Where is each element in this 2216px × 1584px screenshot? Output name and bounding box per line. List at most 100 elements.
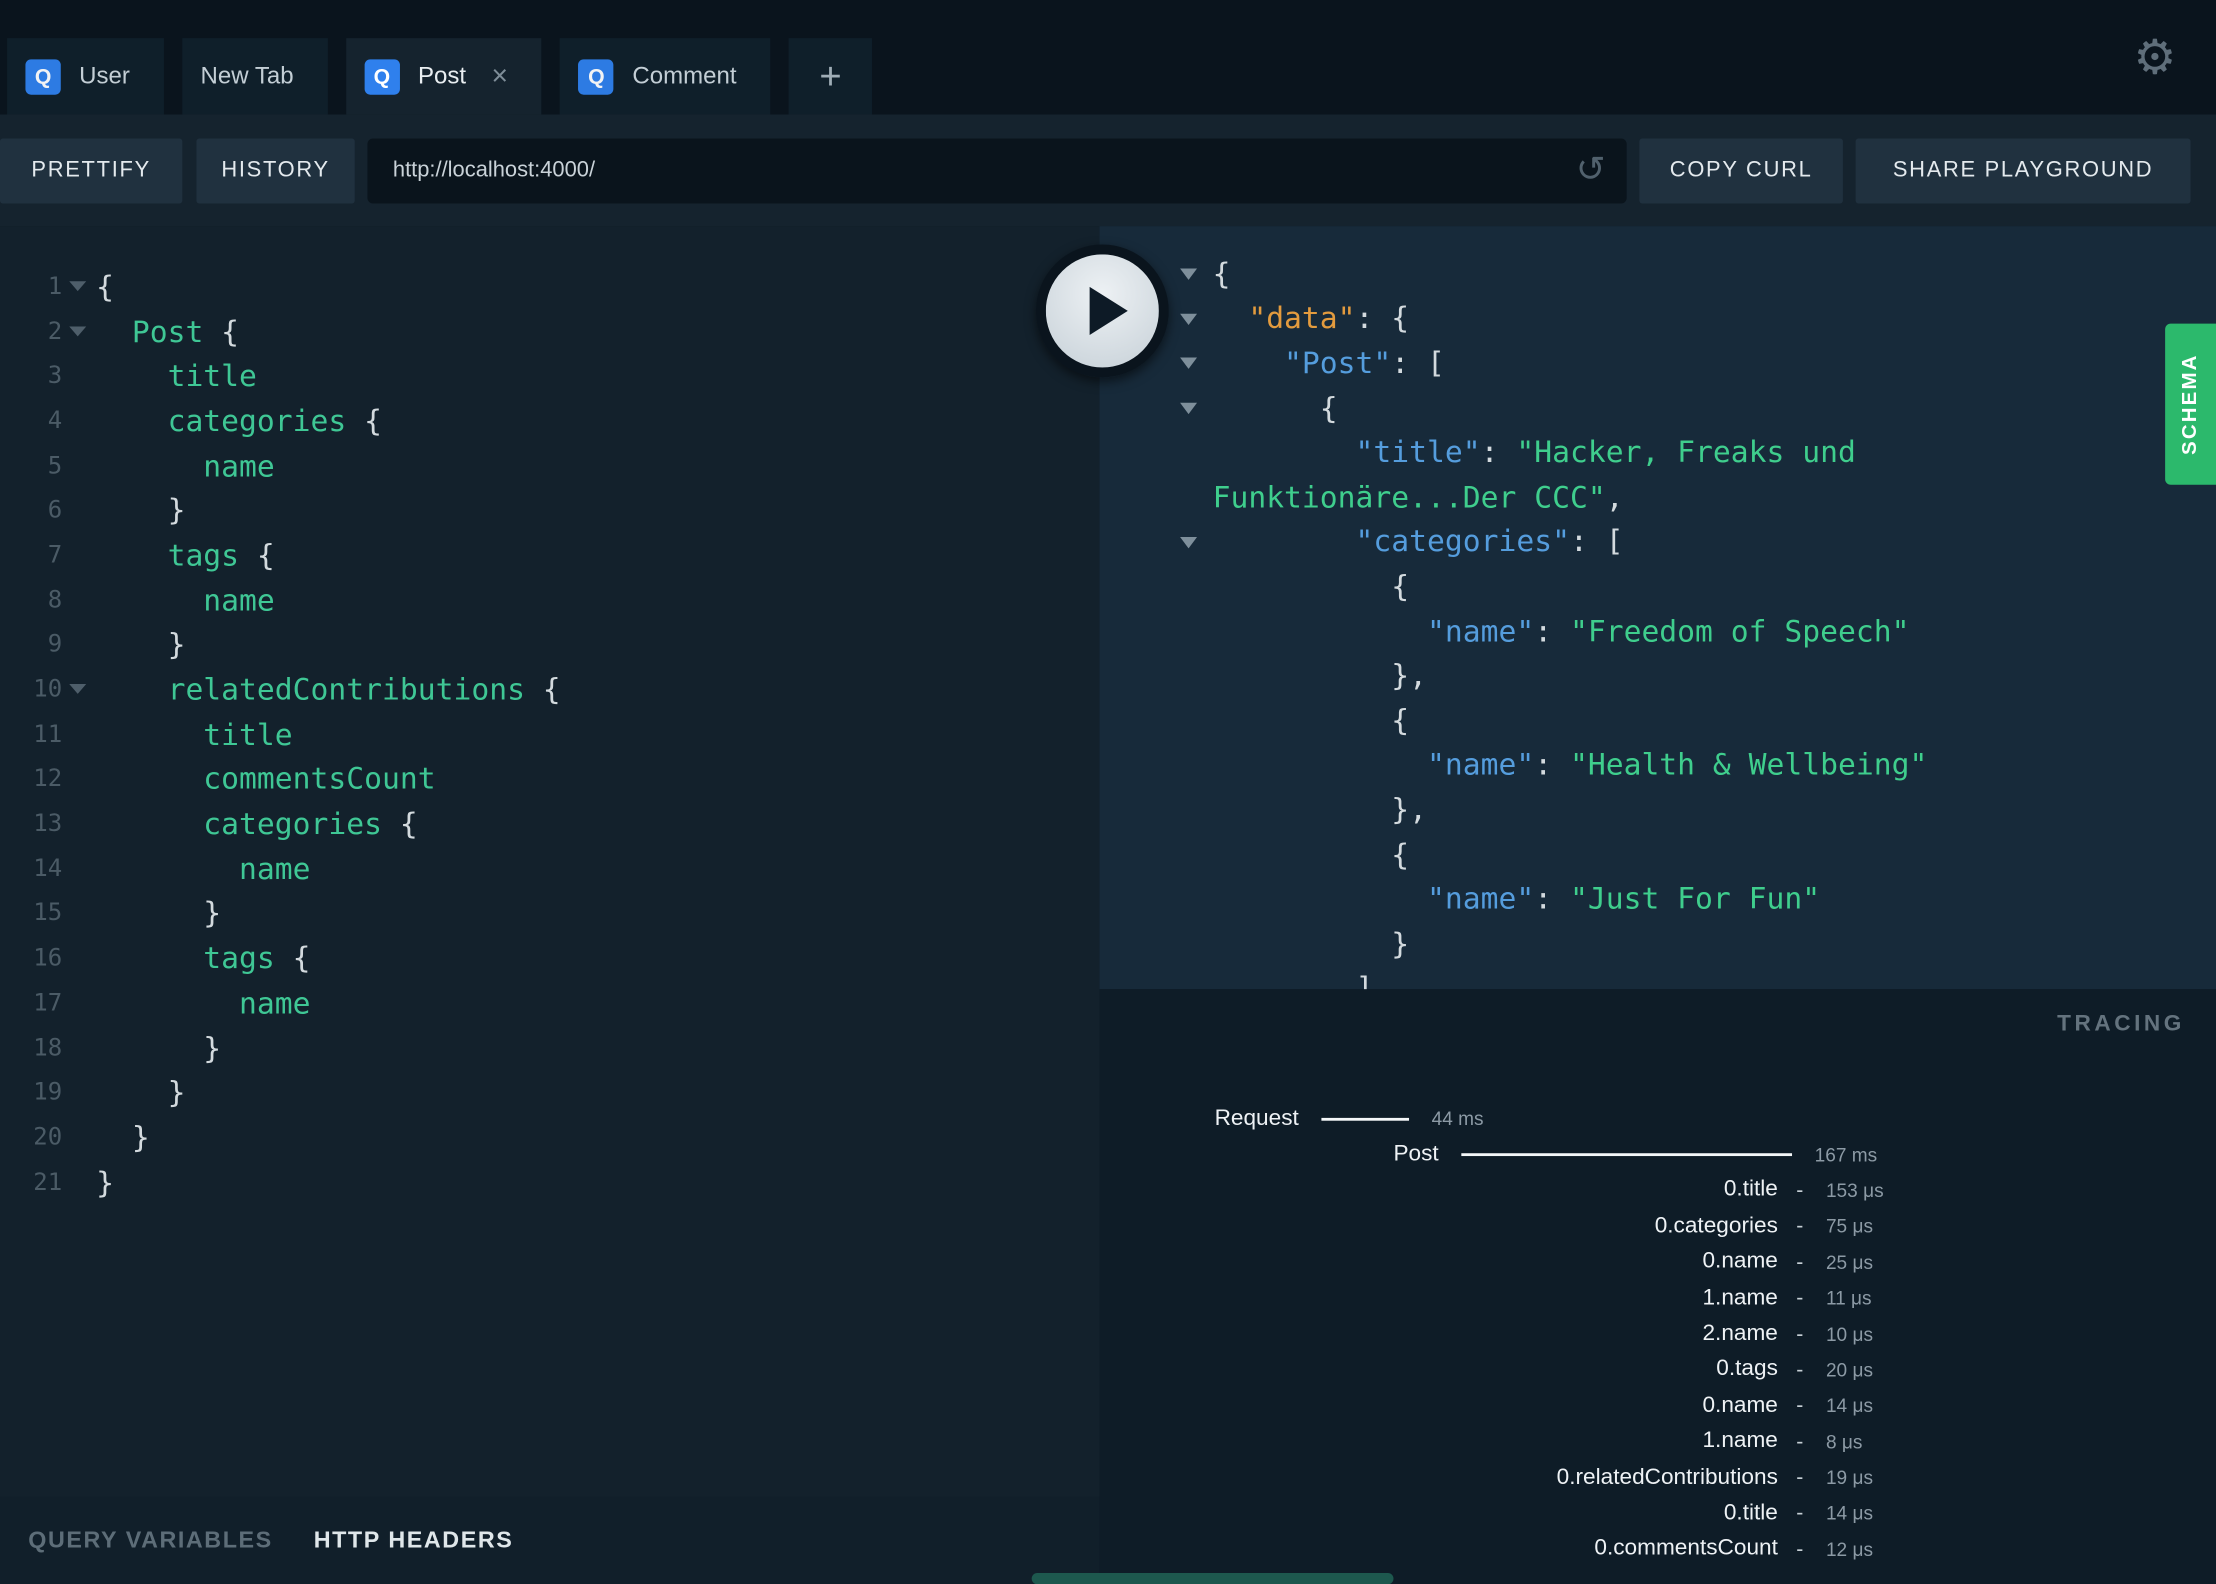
tab-post[interactable]: Q Post × [345, 38, 542, 115]
response-text: }, [1213, 659, 1427, 693]
code-token: commentsCount [96, 762, 436, 797]
copy-curl-button[interactable]: COPY CURL [1639, 137, 1843, 203]
tab-comment[interactable]: Q Comment [560, 38, 771, 115]
tracing-panel: TRACING Request 44 ms Post 167 ms 0.title -15… [1099, 989, 2216, 1584]
response-text: } [1212, 926, 1410, 961]
fold-arrow-icon[interactable] [69, 281, 87, 292]
span-duration: 14 μs [1825, 1502, 1874, 1525]
code-token: "Freedom of Speech" [1569, 614, 1910, 649]
code-token: } [1212, 926, 1410, 961]
line-number: 14 [33, 854, 63, 883]
span-duration: 8 μs [1825, 1431, 1863, 1453]
span-label: 0.categories [1654, 1213, 1778, 1238]
new-tab-button[interactable]: + [788, 38, 873, 115]
span-label: 0.relatedContributions [1556, 1464, 1778, 1490]
query-line: 18 } [0, 1026, 1100, 1071]
span-dash: - [1796, 1501, 1804, 1526]
fold-arrow-icon[interactable] [1180, 357, 1198, 370]
span-duration: 11 μs [1825, 1287, 1872, 1309]
http-headers-tab[interactable]: HTTP HEADERS [314, 1527, 514, 1554]
response-line: "data": { [1100, 296, 2216, 341]
span-duration: 20 μs [1825, 1359, 1874, 1381]
code-token: { [239, 538, 275, 573]
query-text: title [96, 718, 292, 752]
response-text: "name": "Just For Fun" [1213, 882, 1820, 916]
query-text: tags { [96, 941, 310, 975]
response-text: { [1213, 391, 1338, 425]
settings-gear-icon[interactable]: ⚙ [2133, 33, 2176, 81]
code-token: "categories" [1212, 524, 1570, 559]
span-dash: - [1796, 1358, 1804, 1383]
query-icon: Q [25, 58, 61, 94]
fold-arrow-icon[interactable] [69, 326, 87, 336]
query-line: 16 tags { [0, 936, 1100, 981]
share-playground-button[interactable]: SHARE PLAYGROUND [1855, 137, 2191, 203]
horizontal-scrollbar-thumb[interactable] [1031, 1572, 1394, 1584]
span-duration: 12 μs [1825, 1538, 1874, 1561]
query-line: 2 Post { [0, 309, 1100, 354]
response-line: }, [1100, 653, 2216, 698]
response-line: ] [1100, 966, 2216, 989]
code-token: { [1212, 703, 1410, 738]
response-pane: { "data": { "Post": [ { "title": "Hacker… [1099, 226, 2216, 990]
code-token: categories [96, 807, 383, 842]
query-text: categories { [96, 807, 417, 842]
fold-arrow-icon[interactable] [1180, 268, 1198, 280]
code-token: "title" [1212, 435, 1481, 470]
query-line: 5 name [0, 443, 1100, 488]
query-text: } [96, 897, 221, 931]
code-token: { [203, 314, 240, 349]
line-number: 3 [47, 362, 63, 391]
endpoint-url-input[interactable] [367, 157, 1576, 184]
query-line: 10 relatedContributions { [0, 667, 1100, 712]
tab-label: Post [417, 62, 467, 90]
line-number: 12 [33, 765, 63, 794]
code-token: : [1534, 882, 1570, 916]
line-number: 9 [47, 630, 63, 660]
tab-user[interactable]: Q User [7, 38, 164, 115]
code-token: } [96, 1075, 186, 1110]
execute-query-button[interactable] [1035, 244, 1169, 378]
fold-arrow-icon[interactable] [1180, 313, 1198, 325]
query-variables-tab[interactable]: QUERY VARIABLES [28, 1527, 272, 1554]
tab-new-tab[interactable]: New Tab [182, 38, 328, 115]
span-duration: 44 ms [1431, 1108, 1484, 1130]
span-dash: - [1796, 1178, 1804, 1203]
query-line: 14 name [0, 846, 1100, 891]
query-line: 3 title [0, 354, 1100, 399]
response-text: }, [1213, 793, 1427, 827]
tab-label: Comment [632, 62, 737, 90]
response-line: }, [1100, 787, 2216, 832]
prettify-button[interactable]: PRETTIFY [0, 137, 183, 203]
history-button[interactable]: HISTORY [196, 137, 355, 203]
fold-arrow-icon[interactable] [1180, 402, 1198, 414]
schema-side-tab[interactable]: SCHEMA [2165, 323, 2216, 485]
span-duration: 14 μs [1825, 1395, 1874, 1417]
response-text: { [1212, 703, 1410, 738]
code-token: name [96, 583, 275, 618]
code-token: "name" [1212, 614, 1535, 649]
tracing-span-row: Request 44 ms [1100, 1101, 2216, 1137]
code-token: : [ [1569, 524, 1624, 559]
query-editor-pane[interactable]: 1{2 Post {3 title 4 categories {5 name 6 }… [0, 226, 1100, 1584]
response-line: { [1100, 832, 2216, 877]
query-icon: Q [578, 58, 615, 94]
fold-arrow-icon[interactable] [69, 684, 87, 695]
code-token: categories [96, 404, 347, 438]
reload-schema-icon[interactable]: ↺ [1576, 152, 1606, 188]
close-tab-icon[interactable]: × [492, 62, 509, 90]
response-line: "title": "Hacker, Freaks und [1100, 430, 2216, 475]
fold-arrow-icon[interactable] [1180, 536, 1198, 548]
response-line: { [1100, 252, 2216, 297]
tracing-span-row: 2.name -10 μs [1100, 1316, 2216, 1352]
query-editor[interactable]: 1{2 Post {3 title 4 categories {5 name 6 }… [0, 226, 1100, 1497]
query-text: commentsCount [96, 762, 435, 796]
query-text: { [96, 270, 114, 304]
span-dash: - [1796, 1393, 1804, 1418]
response-line: Funktionäre...Der CCC", [1100, 475, 2216, 520]
code-token: ] [1212, 971, 1374, 990]
query-text: relatedContributions { [96, 673, 561, 707]
code-token: name [96, 851, 311, 886]
tab-label: User [79, 62, 130, 90]
response-text: "categories": [ [1213, 525, 1624, 559]
